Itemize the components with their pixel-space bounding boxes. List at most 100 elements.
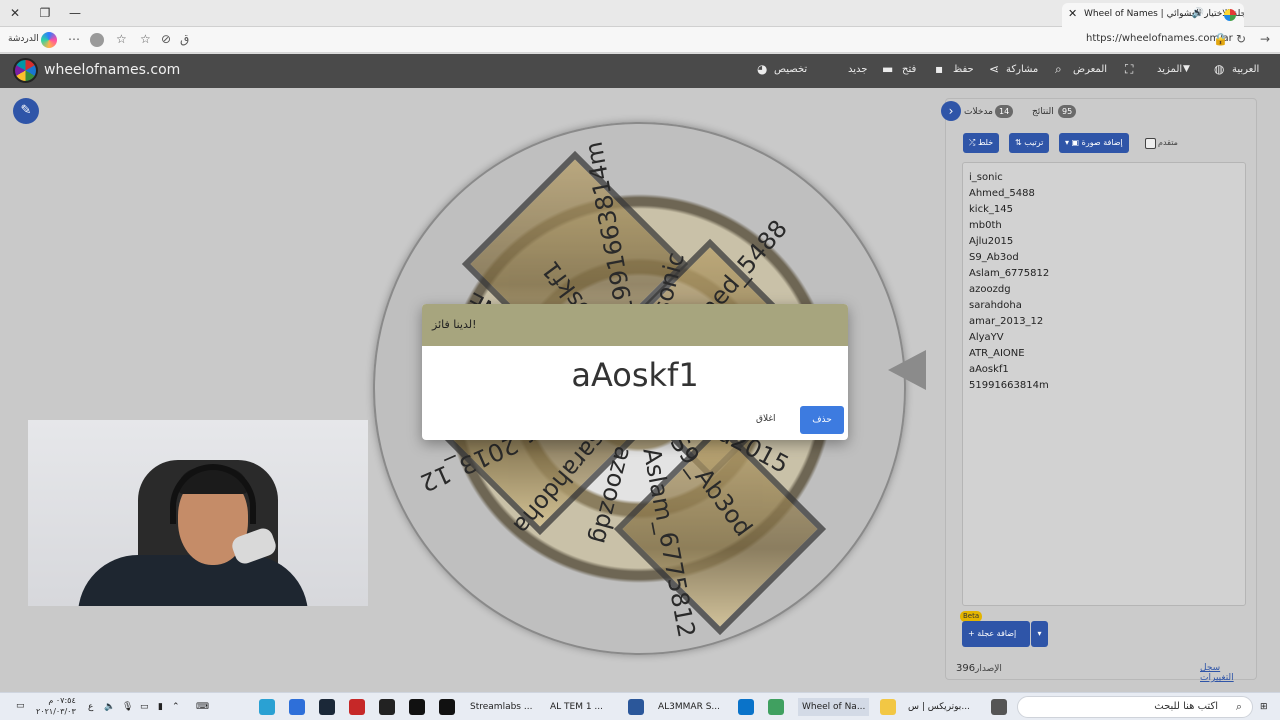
add-image-button[interactable]: ▾ ▣ إضافة صورة (1059, 133, 1129, 153)
add-wheel-button[interactable]: + إضافة عجلة (962, 621, 1030, 647)
app-dark-icon[interactable] (379, 699, 395, 715)
menu-share[interactable]: مشاركة (1006, 64, 1038, 75)
keyboard-icon[interactable]: ⌨ (196, 698, 209, 716)
app-red-icon[interactable] (349, 699, 365, 715)
taskbar-search[interactable]: اكتب هنا للبحث ⌕ (1017, 696, 1253, 718)
menu-new[interactable]: جديد (848, 64, 867, 75)
windows-start-icon[interactable]: ⊞ (1260, 698, 1268, 716)
entry-line[interactable]: sarahdoha (969, 298, 1239, 314)
tab-close-icon[interactable]: ✕ (1068, 3, 1077, 25)
tab-results[interactable]: النتائج (1032, 107, 1054, 117)
dialog-header: لدينا فائز! (422, 304, 848, 346)
speaker-icon[interactable]: 🔊 (1192, 3, 1204, 25)
logo-icon[interactable] (13, 58, 38, 83)
sort-button[interactable]: ⇅ ترتيب (1009, 133, 1050, 153)
entry-line[interactable]: kick_145 (969, 202, 1239, 218)
close-window-icon[interactable]: ✕ (2, 4, 28, 22)
taskbar-item-chrome[interactable]: بوتريكس | س... (908, 698, 970, 716)
search-placeholder: اكتب هنا للبحث (1154, 701, 1218, 712)
entry-line[interactable]: mb0th (969, 218, 1239, 234)
menu-language[interactable]: العربية (1232, 64, 1259, 75)
show-hidden-icon[interactable]: ⌃ (172, 698, 180, 716)
entry-line[interactable]: AlyaYV (969, 330, 1239, 346)
edit-pencil-icon[interactable]: ✎ (13, 98, 39, 124)
tab-entries[interactable]: مدخلات (964, 107, 993, 117)
minimize-window-icon[interactable]: — (62, 4, 88, 22)
fullscreen-icon[interactable]: ⛶ (1125, 62, 1133, 77)
store-icon[interactable] (768, 699, 784, 715)
more-options-icon[interactable]: ⋯ (68, 32, 80, 46)
site-info-icon[interactable]: 🔒 (1213, 32, 1228, 46)
word-icon[interactable] (628, 699, 644, 715)
tracking-icon[interactable]: ⊘ (161, 32, 171, 46)
steam-icon[interactable] (319, 699, 335, 715)
menu-gallery[interactable]: المعرض (1073, 64, 1107, 75)
entry-line[interactable]: aAoskf1 (969, 362, 1239, 378)
battery-icon[interactable]: ▮ (158, 698, 163, 716)
palette-icon[interactable]: ◕ (757, 62, 767, 76)
task-view-icon[interactable] (991, 699, 1007, 715)
taskbar-item-streamlabs[interactable]: Streamlabs ... (470, 698, 532, 716)
chevron-down-icon[interactable]: ▼ (1183, 64, 1190, 74)
clock-time: ٠٧:٥٤ م (48, 696, 76, 705)
advanced-checkbox[interactable] (1145, 138, 1156, 149)
site-name[interactable]: wheelofnames.com (44, 62, 180, 78)
entry-line[interactable]: Aslam_6775812 (969, 266, 1239, 282)
delete-button[interactable]: حذف (800, 406, 844, 434)
browser-tab[interactable]: ✕ Wheel of Names | عجلة الاختيار العشوائ… (1062, 3, 1244, 27)
webcam-overlay (28, 420, 368, 606)
entry-line[interactable]: Ahmed_5488 (969, 186, 1239, 202)
copilot-icon[interactable] (41, 32, 57, 48)
language-indicator[interactable]: ع (88, 698, 93, 716)
entries-textarea[interactable]: i_sonic Ahmed_5488 kick_145 mb0th Ajlu2015 S9… (962, 162, 1246, 606)
entry-line[interactable]: i_sonic (969, 170, 1239, 186)
chat-label[interactable]: الدردشة (8, 34, 39, 44)
share-icon[interactable]: ⋖ (989, 62, 999, 76)
menu-save[interactable]: حفظ (953, 64, 974, 75)
mail-icon[interactable] (738, 699, 754, 715)
entry-line[interactable]: amar_2013_12 (969, 314, 1239, 330)
volume-icon[interactable]: 🔈 (104, 698, 115, 716)
save-icon[interactable]: ▪ (935, 62, 943, 76)
changelog-link[interactable]: سجل التغييرات (1200, 663, 1256, 683)
person (78, 555, 308, 606)
entry-line[interactable]: Ajlu2015 (969, 234, 1239, 250)
clock[interactable]: ٠٧:٥٤ م ٢٠٢١/٠٣/٠٣ (36, 695, 76, 717)
taskbar-item-al3mmar[interactable]: AL3MMAR S... (658, 698, 720, 716)
back-icon[interactable]: → (1260, 32, 1270, 46)
entry-line[interactable]: ATR_AIONE (969, 346, 1239, 362)
profile-avatar[interactable] (90, 33, 104, 47)
mic-tray-icon[interactable]: 🎙 (122, 698, 133, 716)
menu-customize[interactable]: تخصيص (774, 64, 807, 75)
read-aloud-icon[interactable]: ق (180, 32, 189, 46)
restore-window-icon[interactable]: ❐ (32, 4, 58, 22)
capcut-icon[interactable] (409, 699, 425, 715)
collections-icon[interactable]: ☆ (116, 32, 127, 46)
shuffle-label: خلط (977, 138, 994, 147)
entry-line[interactable]: S9_Ab3od (969, 250, 1239, 266)
telegram-icon[interactable] (259, 699, 275, 715)
favorites-icon[interactable]: ☆ (140, 32, 151, 46)
notifications-icon[interactable]: ▭ (16, 697, 25, 715)
url-field[interactable]: https://wheelofnames.com/ar (1086, 33, 1233, 44)
entry-line[interactable]: azoozdg (969, 282, 1239, 298)
add-wheel-dropdown-icon[interactable]: ▾ (1031, 621, 1048, 647)
close-button[interactable]: اغلاق (756, 414, 776, 424)
refresh-icon[interactable]: ↻ (1236, 32, 1246, 46)
search-icon[interactable]: ⌕ (1055, 62, 1062, 77)
entry-line[interactable]: 51991663814m (969, 378, 1239, 394)
shuffle-button[interactable]: ⤮ خلط (963, 133, 1000, 153)
network-icon[interactable]: ▭ (140, 698, 149, 716)
menu-more[interactable]: المزيد (1157, 64, 1182, 75)
menu-open[interactable]: فتح (902, 64, 916, 75)
explorer-icon[interactable] (880, 699, 896, 715)
globe-icon[interactable]: ◍ (1214, 62, 1224, 76)
collapse-panel-icon[interactable]: › (941, 101, 961, 121)
taskbar: ▭ ٠٧:٥٤ م ٢٠٢١/٠٣/٠٣ ع 🔈 🎙 ▭ ▮ ⌃ ⌨ Strea… (0, 692, 1280, 720)
taskbar-item-wheel[interactable]: Wheel of Na... (798, 698, 870, 716)
search-icon: ⌕ (1235, 700, 1242, 713)
folder-icon[interactable]: ▬ (882, 62, 893, 76)
tiktok-icon[interactable] (439, 699, 455, 715)
azure-icon[interactable] (289, 699, 305, 715)
taskbar-item-altem[interactable]: AL TEM 1 ... (550, 698, 603, 716)
